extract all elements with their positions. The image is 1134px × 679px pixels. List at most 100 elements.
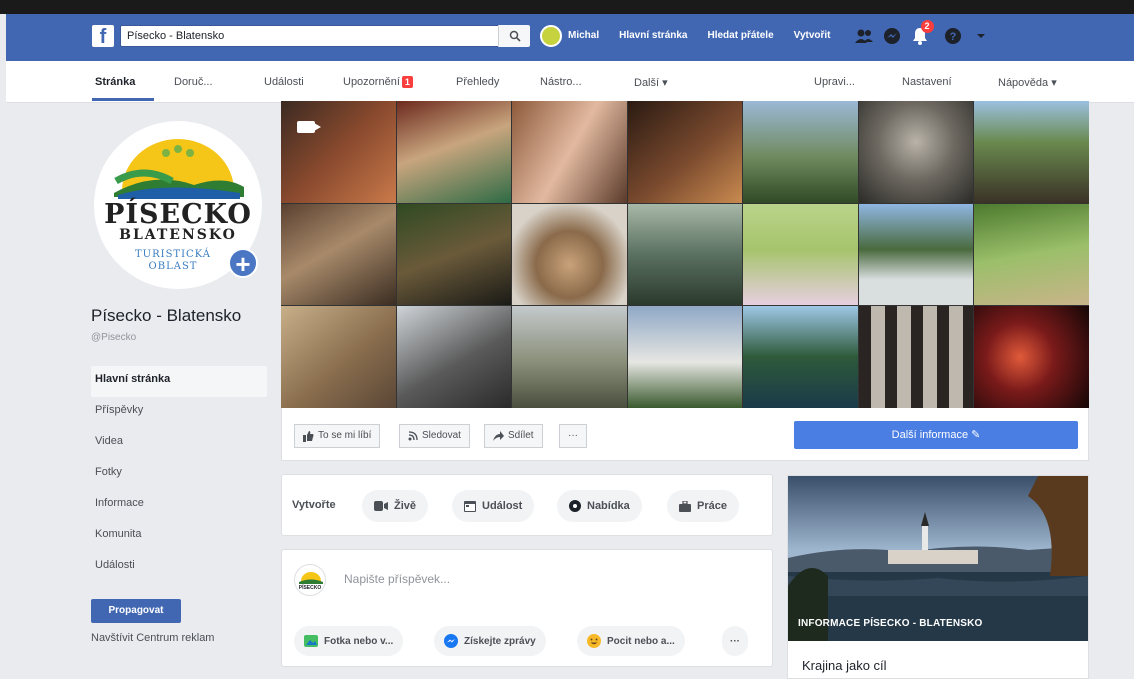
- promote-button[interactable]: Propagovat: [91, 599, 181, 623]
- cover-tile-castle-tower: [743, 101, 858, 203]
- create-event-button[interactable]: Událost: [452, 490, 535, 522]
- find-friends-link[interactable]: Hledat přátele: [698, 25, 784, 47]
- event-label: Událost: [482, 500, 523, 512]
- tab-help[interactable]: Nápověda ▾: [998, 76, 1057, 89]
- follow-label: Sledovat: [422, 430, 461, 441]
- tab-inbox[interactable]: Doruč...: [174, 76, 213, 88]
- messenger-icon[interactable]: [881, 25, 903, 47]
- cover-tile-lake-reflection: [743, 306, 858, 408]
- sidebar-item-home[interactable]: Hlavní stránka: [91, 366, 267, 397]
- tab-notifications-label: Upozornění: [343, 76, 400, 88]
- tab-notification-badge: 1: [401, 76, 413, 88]
- cover-tile-landscape-hills: [512, 306, 627, 408]
- thumbs-up-icon: [303, 430, 314, 442]
- tab-tools[interactable]: Nástro...: [540, 76, 582, 88]
- create-live-button[interactable]: Živě: [362, 490, 429, 522]
- tab-settings[interactable]: Nastavení: [902, 76, 952, 88]
- tab-more[interactable]: Další ▾: [634, 76, 668, 89]
- tab-events[interactable]: Události: [264, 76, 304, 88]
- account-menu-chevron-down-icon[interactable]: [970, 25, 992, 47]
- cover-tile-arched-windows: [858, 306, 974, 408]
- ad-center-link[interactable]: Navštívit Centrum reklam: [91, 632, 214, 644]
- like-page-button[interactable]: To se mi líbí: [294, 424, 381, 448]
- window-top-strip: [0, 0, 1134, 14]
- sidebar-item-posts[interactable]: Příspěvky: [91, 397, 267, 428]
- user-name-link[interactable]: Michal: [568, 25, 609, 47]
- lake-town-photo: [788, 476, 1088, 641]
- feeling-activity-label: Pocit nebo a...: [607, 635, 675, 647]
- photo-video-button[interactable]: Fotka nebo v...: [294, 626, 404, 656]
- tab-notifications[interactable]: Upozornění 1: [343, 76, 413, 88]
- sidebar-item-events[interactable]: Události: [91, 552, 267, 583]
- cover-tile-misty-forest: [627, 203, 743, 306]
- tab-edit-page[interactable]: Upravi...: [814, 76, 855, 88]
- tab-page[interactable]: Stránka: [95, 76, 135, 88]
- cover-tile-food: [512, 203, 627, 306]
- photo-video-label: Fotka nebo v...: [324, 635, 394, 647]
- messenger-blue-icon: [444, 634, 458, 648]
- create-post-options: Vytvořte Živě Událost Nabídka Práce: [281, 474, 773, 536]
- composer-more-button[interactable]: ···: [722, 626, 748, 656]
- search-icon: [509, 30, 521, 42]
- top-nav-links: Michal Hlavní stránka Hledat přátele Vyt…: [540, 20, 995, 47]
- search-input[interactable]: Písecko - Blatensko: [120, 25, 530, 47]
- create-link[interactable]: Vytvořit: [784, 25, 841, 47]
- photo-icon: [304, 635, 318, 647]
- svg-text:?: ?: [949, 31, 956, 43]
- add-profile-photo-button[interactable]: +: [228, 248, 258, 278]
- info-card-subtitle: Krajina jako cíl: [802, 658, 887, 673]
- tab-insights[interactable]: Přehledy: [456, 76, 499, 88]
- search-button[interactable]: [498, 25, 530, 47]
- cover-photo-collage[interactable]: [281, 101, 1089, 408]
- page-sidebar-menu: Hlavní stránka Příspěvky Videa Fotky Inf…: [91, 366, 267, 583]
- create-offer-button[interactable]: Nabídka: [557, 490, 642, 522]
- more-actions-button[interactable]: ···: [559, 424, 587, 448]
- page-title[interactable]: Písecko - Blatensko: [91, 306, 241, 326]
- logo-tagline-line2: OBLAST: [148, 261, 198, 272]
- smiley-icon: [587, 634, 601, 648]
- calendar-icon: [464, 501, 476, 512]
- help-icon[interactable]: ?: [942, 25, 964, 47]
- job-label: Práce: [697, 500, 727, 512]
- cover-tile-stone-carving: [281, 306, 396, 408]
- get-messages-button[interactable]: Získejte zprávy: [434, 626, 546, 656]
- share-label: Sdílet: [508, 430, 534, 441]
- like-label: To se mi líbí: [318, 430, 372, 441]
- sidebar-item-about[interactable]: Informace: [91, 490, 267, 521]
- logo-title: PÍSECKO: [104, 199, 252, 230]
- cover-tile-museum-interior: [627, 101, 743, 203]
- logo-subtitle: BLATENSKO: [119, 227, 237, 243]
- logo-tagline: TURISTICKÁ OBLAST: [118, 249, 228, 273]
- cover-tile-stone-bridge: [974, 101, 1089, 203]
- friend-requests-icon[interactable]: [853, 25, 875, 47]
- create-label: Vytvořte: [292, 499, 336, 511]
- sidebar-item-videos[interactable]: Videa: [91, 428, 267, 459]
- feeling-activity-button[interactable]: Pocit nebo a...: [577, 626, 685, 656]
- info-card-image: INFORMACE PÍSECKO - BLATENSKO: [788, 476, 1088, 641]
- sidebar-item-community[interactable]: Komunita: [91, 521, 267, 552]
- sidebar-item-photos[interactable]: Fotky: [91, 459, 267, 490]
- notifications-icon[interactable]: 2: [909, 20, 934, 47]
- about-info-card[interactable]: INFORMACE PÍSECKO - BLATENSKO Krajina ja…: [787, 475, 1089, 679]
- page-handle[interactable]: @Pisecko: [91, 332, 136, 343]
- share-arrow-icon: [493, 431, 504, 441]
- home-link[interactable]: Hlavní stránka: [609, 25, 697, 47]
- composer-input[interactable]: Napište příspěvek...: [344, 572, 450, 586]
- follow-button[interactable]: Sledovat: [399, 424, 470, 448]
- cover-tile-children-crafts: [512, 101, 627, 203]
- region-logo-small-icon: [299, 572, 323, 584]
- create-job-button[interactable]: Práce: [667, 490, 739, 522]
- offer-tag-icon: [569, 500, 581, 512]
- info-card-caption: INFORMACE PÍSECKO - BLATENSKO: [798, 618, 983, 629]
- cover-tile-river-valley: [858, 203, 974, 306]
- live-video-icon: [374, 501, 388, 511]
- cover-tile-child-meadow: [743, 203, 858, 306]
- user-avatar[interactable]: [540, 25, 562, 47]
- more-info-button[interactable]: Další informace ✎: [794, 421, 1078, 449]
- facebook-logo-icon[interactable]: f: [92, 25, 114, 48]
- offer-label: Nabídka: [587, 500, 630, 512]
- page-action-bar: To se mi líbí Sledovat Sdílet ··· Další …: [281, 408, 1089, 461]
- cover-tile-cyclists: [396, 203, 512, 306]
- get-messages-label: Získejte zprávy: [464, 635, 536, 647]
- share-button[interactable]: Sdílet: [484, 424, 543, 448]
